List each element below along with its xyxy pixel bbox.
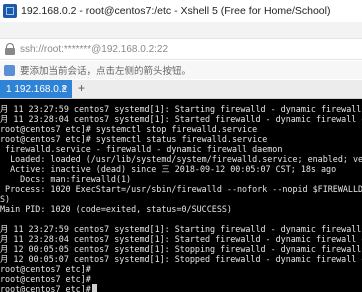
toolbar (0, 22, 362, 38)
hint-bar: 要添加当前会话，点击左侧的箭头按钮。 (0, 61, 362, 79)
title-bar: 192.168.0.2 - root@centos7:/etc - Xshell… (0, 0, 362, 23)
terminal-line: root@centos7 etc]# (0, 284, 91, 292)
terminal-line: Process: 1020 ExecStart=/usr/sbin/firewa… (5, 184, 362, 194)
tab-label: 1 192.168.0.2 (6, 83, 68, 95)
terminal-cursor (91, 284, 97, 292)
new-tab-button[interactable]: + (78, 81, 85, 95)
terminal[interactable]: 月 11 23:27:59 centos7 systemd[1]: Starti… (0, 99, 362, 292)
close-icon[interactable]: × (61, 83, 67, 94)
window-title: 192.168.0.2 - root@centos7:/etc - Xshell… (21, 5, 331, 17)
terminal-line: Main PID: 1020 (code=exited, status=0/SU… (0, 204, 232, 214)
hint-text: 要添加当前会话，点击左侧的箭头按钮。 (20, 66, 192, 77)
xshell-app-icon (3, 4, 17, 18)
terminal-prompt[interactable]: root@centos7 etc]# (0, 283, 97, 292)
tab-session[interactable]: 1 192.168.0.2 × (0, 80, 72, 98)
tab-bar: 1 192.168.0.2 × + (0, 80, 362, 99)
lock-icon (4, 43, 16, 55)
address-text[interactable]: ssh://root:*******@192.168.0.2:22 (20, 44, 168, 55)
info-icon (4, 64, 15, 76)
address-bar[interactable]: ssh://root:*******@192.168.0.2:22 (0, 38, 362, 60)
